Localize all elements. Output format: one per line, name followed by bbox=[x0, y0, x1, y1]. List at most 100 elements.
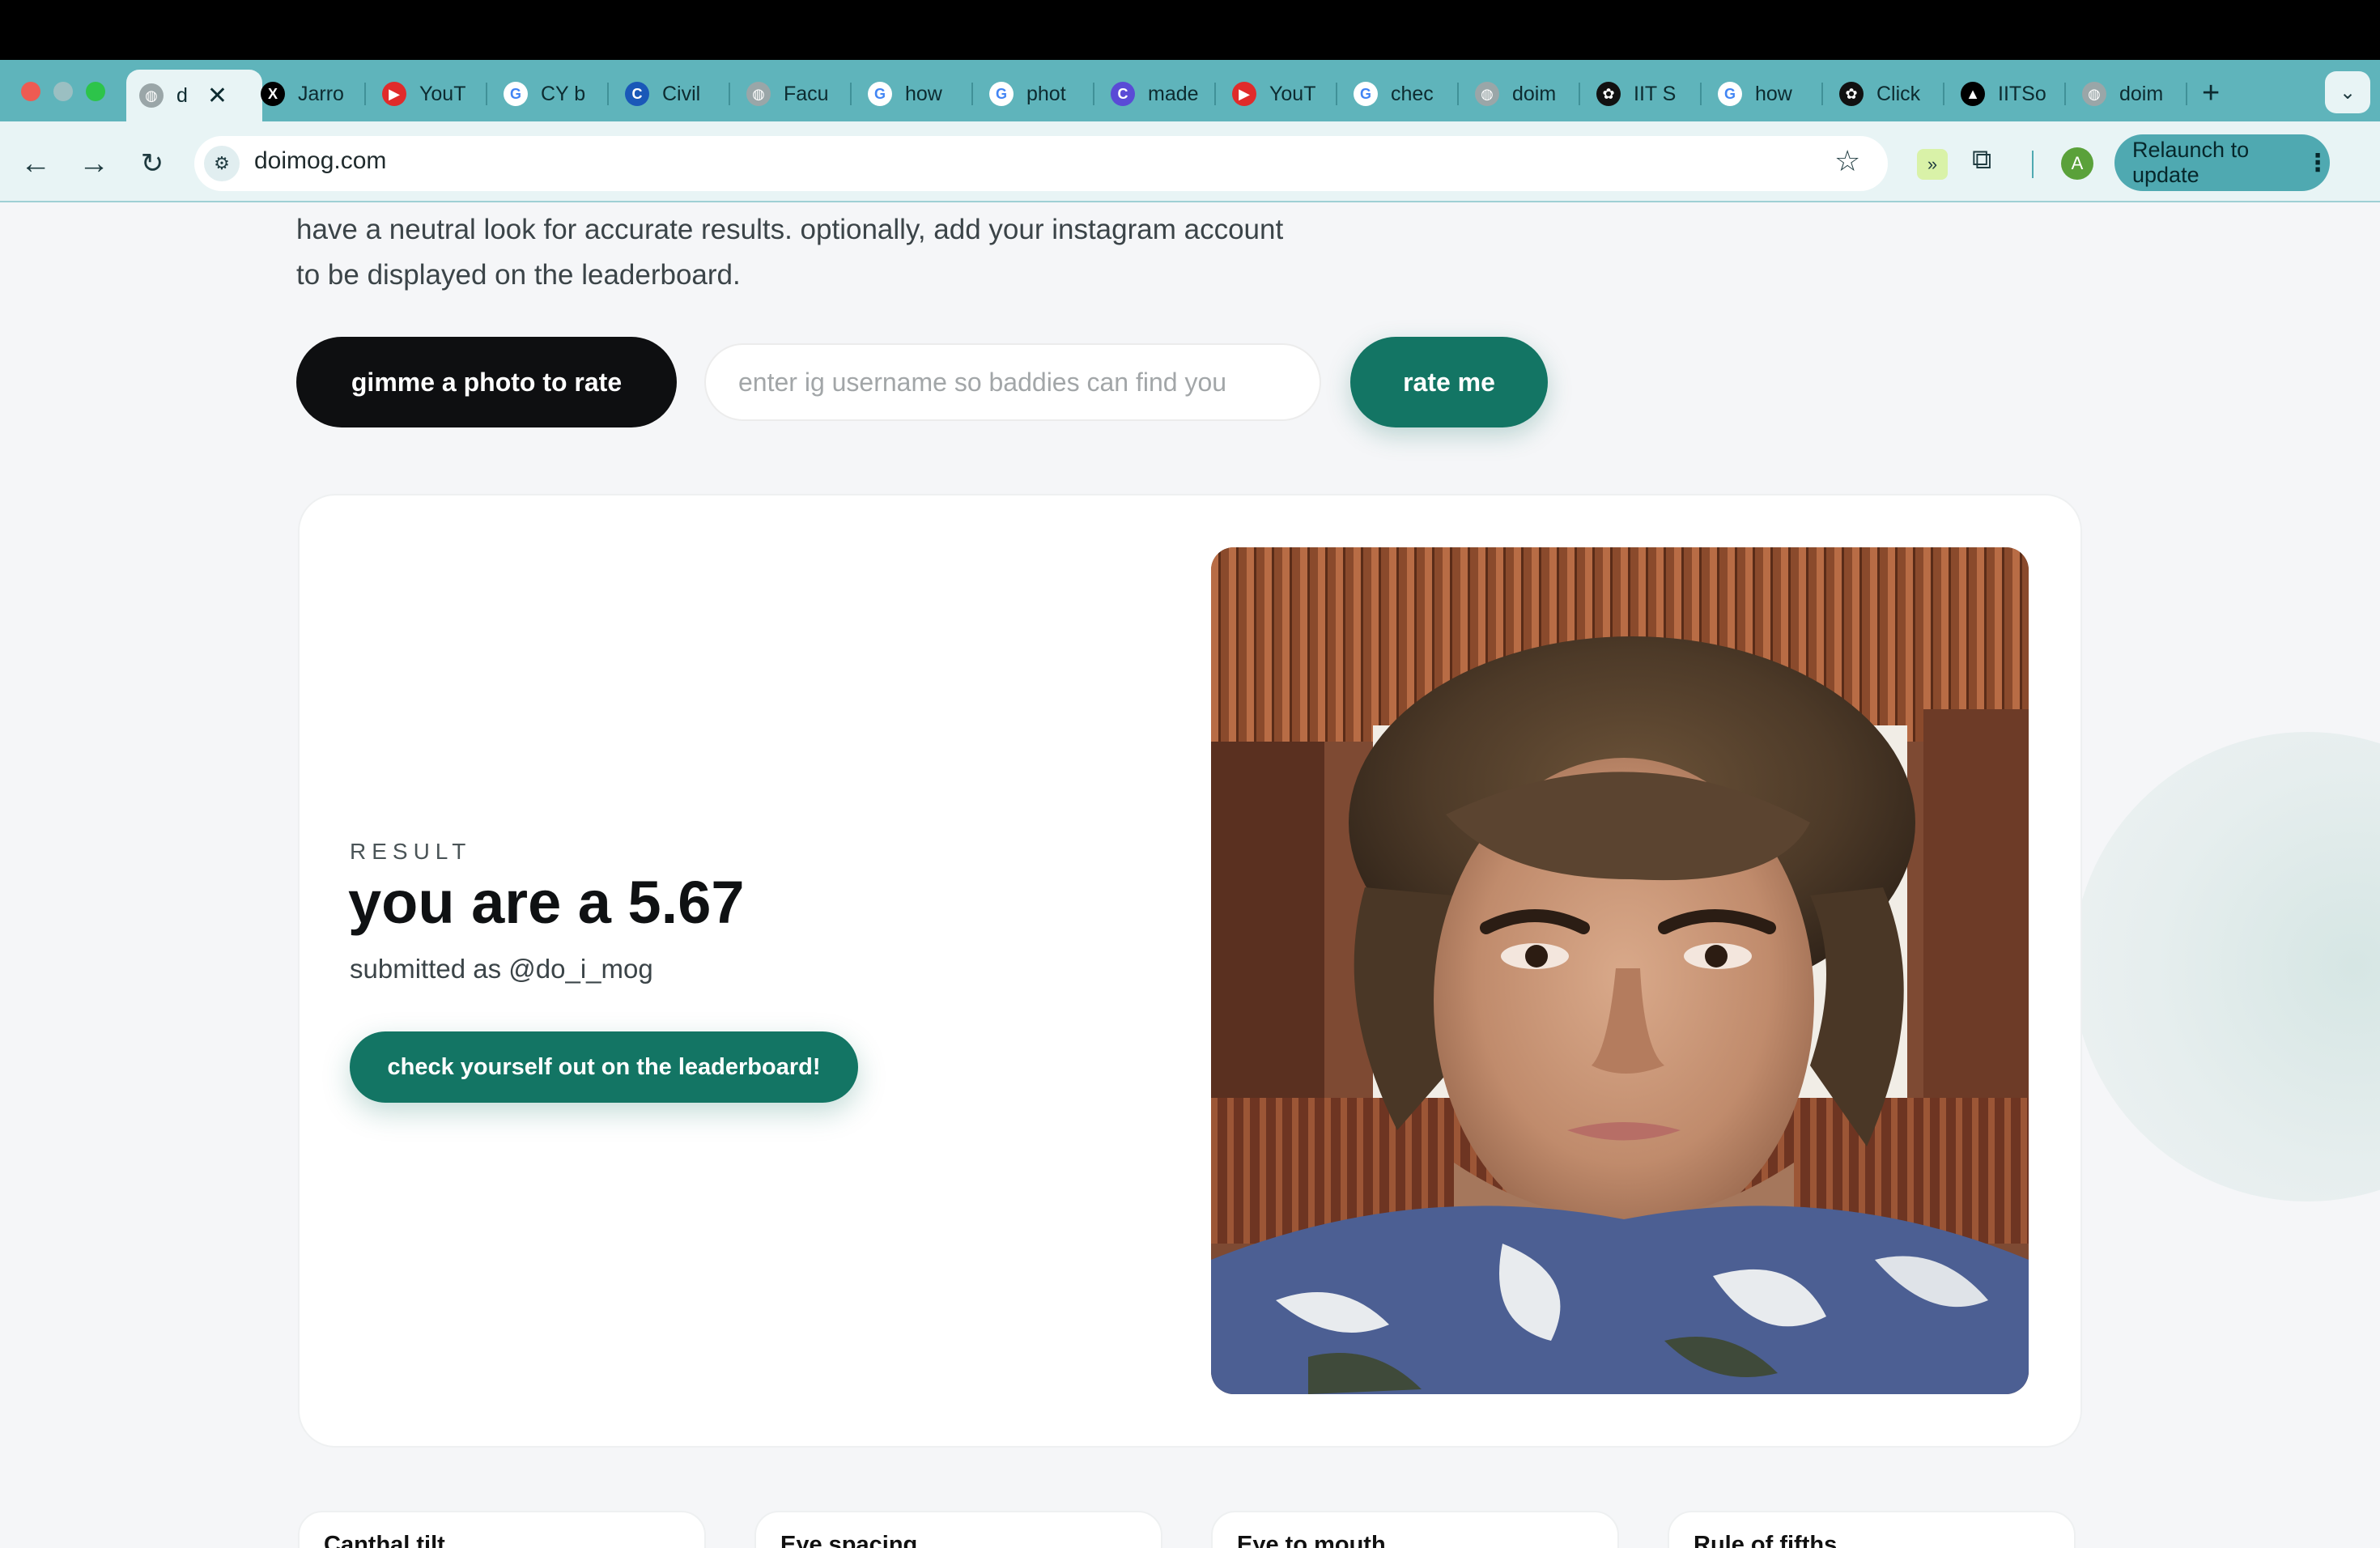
page-content: have a neutral look for accurate results… bbox=[0, 202, 2380, 1548]
tab-title: doim bbox=[1512, 82, 1557, 105]
tab-title: Click bbox=[1876, 82, 1921, 105]
extensions-puzzle-icon[interactable]: ⧉ bbox=[1972, 144, 1991, 176]
minimize-window-button[interactable] bbox=[53, 82, 73, 101]
leaderboard-button[interactable]: check yourself out on the leaderboard! bbox=[350, 1031, 858, 1103]
tab-title: CY b bbox=[541, 82, 586, 105]
tab-separator bbox=[971, 83, 973, 105]
address-bar[interactable] bbox=[194, 136, 1888, 191]
google-icon: G bbox=[1354, 82, 1378, 106]
site-icon: ◍ bbox=[2082, 82, 2106, 106]
youtube-icon: ▶ bbox=[1232, 82, 1256, 106]
tab-separator bbox=[607, 83, 609, 105]
tab-separator bbox=[850, 83, 852, 105]
tab-title: made bbox=[1148, 82, 1199, 105]
tab-title: d bbox=[176, 83, 188, 107]
reload-icon[interactable]: ↻ bbox=[133, 144, 172, 183]
tab[interactable]: G CY b bbox=[491, 70, 609, 118]
new-tab-button[interactable]: + bbox=[2202, 76, 2220, 111]
tab[interactable]: ▶ YouT bbox=[369, 70, 487, 118]
tab-separator bbox=[729, 83, 730, 105]
ig-username-input[interactable] bbox=[704, 343, 1321, 421]
tab[interactable]: Ghow bbox=[1705, 70, 1823, 118]
decorative-blob bbox=[2072, 732, 2380, 1201]
tab[interactable]: Gchec bbox=[1341, 70, 1459, 118]
os-menubar bbox=[0, 0, 2380, 60]
extension-icon[interactable]: » bbox=[1917, 149, 1948, 180]
result-label: RESULT bbox=[350, 839, 472, 864]
tab[interactable]: ◍ doim bbox=[2069, 70, 2187, 118]
google-icon: G bbox=[989, 82, 1014, 106]
metric-card-eye-spacing: Eye spacing bbox=[754, 1511, 1162, 1548]
tab-separator bbox=[1700, 83, 1702, 105]
tab[interactable]: ✿ IIT S bbox=[1583, 70, 1702, 118]
youtube-icon: ▶ bbox=[382, 82, 406, 106]
bookmark-star-icon[interactable]: ☆ bbox=[1834, 144, 1860, 178]
metric-title: Canthal tilt bbox=[324, 1532, 445, 1548]
tab[interactable]: Ghow bbox=[855, 70, 973, 118]
url-text[interactable]: doimog.com bbox=[254, 147, 386, 175]
tab-title: IIT S bbox=[1634, 82, 1677, 105]
tab-separator bbox=[1821, 83, 1823, 105]
tab-separator bbox=[1943, 83, 1944, 105]
tab-separator bbox=[1457, 83, 1459, 105]
x-logo-icon: X bbox=[261, 82, 285, 106]
close-window-button[interactable] bbox=[21, 82, 40, 101]
profile-avatar[interactable]: A bbox=[2061, 147, 2093, 180]
tab[interactable]: ▲ IITSo bbox=[1948, 70, 2066, 118]
maximize-window-button[interactable] bbox=[86, 82, 105, 101]
tab-title: how bbox=[905, 82, 942, 105]
metric-title: Eye to mouth bbox=[1237, 1532, 1386, 1548]
tab[interactable]: Gphot bbox=[976, 70, 1094, 118]
metric-card-rule-of-fifths: Rule of fifths bbox=[1668, 1511, 2076, 1548]
tab-title: Facu bbox=[784, 82, 829, 105]
intro-text: have a neutral look for accurate results… bbox=[296, 207, 1430, 298]
tab-search-button[interactable]: ⌄ bbox=[2325, 71, 2370, 113]
tab-separator bbox=[486, 83, 487, 105]
metric-card-eye-to-mouth: Eye to mouth bbox=[1211, 1511, 1619, 1548]
vercel-icon: ▲ bbox=[1961, 82, 1985, 106]
tab-title: Jarro bbox=[298, 82, 344, 105]
tab-separator bbox=[1336, 83, 1337, 105]
globe-icon: ◍ bbox=[139, 83, 164, 108]
chatgpt-icon: ✿ bbox=[1596, 82, 1621, 106]
ced-iitd-icon: C bbox=[625, 82, 649, 106]
canva-icon: C bbox=[1111, 82, 1135, 106]
tab-active[interactable]: ◍ d ✕ bbox=[126, 70, 262, 121]
tab[interactable]: ▶ YouT bbox=[1219, 70, 1337, 118]
submitted-as-text: submitted as @do_i_mog bbox=[350, 954, 653, 984]
metric-card-canthal-tilt: Canthal tilt bbox=[298, 1511, 706, 1548]
tab-title: Civil bbox=[662, 82, 701, 105]
tab-separator bbox=[364, 83, 366, 105]
get-photo-button[interactable]: gimme a photo to rate bbox=[296, 337, 677, 427]
forward-arrow-icon[interactable]: → bbox=[74, 144, 113, 183]
google-icon: G bbox=[868, 82, 892, 106]
intro-line-1: have a neutral look for accurate results… bbox=[296, 214, 1284, 245]
tab-title: doim bbox=[2119, 82, 2164, 105]
back-arrow-icon[interactable]: ← bbox=[16, 144, 55, 183]
google-icon: G bbox=[1718, 82, 1742, 106]
tab-title: IITSo bbox=[1998, 82, 2046, 105]
tab[interactable]: C Civil bbox=[612, 70, 730, 118]
tab-title: phot bbox=[1026, 82, 1066, 105]
site-icon: ◍ bbox=[1475, 82, 1499, 106]
tab-separator bbox=[2064, 83, 2066, 105]
tab-title: how bbox=[1755, 82, 1792, 105]
tab[interactable]: ◍ Facu bbox=[733, 70, 852, 118]
tab-separator bbox=[1579, 83, 1580, 105]
tab[interactable]: ✿ Click bbox=[1826, 70, 1944, 118]
relaunch-label: Relaunch to update bbox=[2132, 138, 2250, 187]
relaunch-button[interactable]: Relaunch to update ⋮ bbox=[2114, 134, 2330, 191]
tab[interactable]: X Jarro bbox=[248, 70, 366, 118]
google-icon: G bbox=[504, 82, 528, 106]
metric-title: Rule of fifths bbox=[1694, 1532, 1838, 1548]
metric-title: Eye spacing bbox=[780, 1532, 918, 1548]
more-options-icon[interactable]: ⋮ bbox=[2306, 149, 2330, 177]
rate-me-button[interactable]: rate me bbox=[1350, 337, 1548, 427]
close-tab-icon[interactable]: ✕ bbox=[207, 82, 227, 110]
tab-separator bbox=[2186, 83, 2187, 105]
intro-line-2: to be displayed on the leaderboard. bbox=[296, 259, 741, 291]
tab[interactable]: ◍ doim bbox=[1462, 70, 1580, 118]
site-info-icon[interactable]: ⚙ bbox=[204, 146, 240, 181]
tab[interactable]: Cmade bbox=[1098, 70, 1216, 118]
score-heading: you are a 5.67 bbox=[348, 869, 745, 936]
